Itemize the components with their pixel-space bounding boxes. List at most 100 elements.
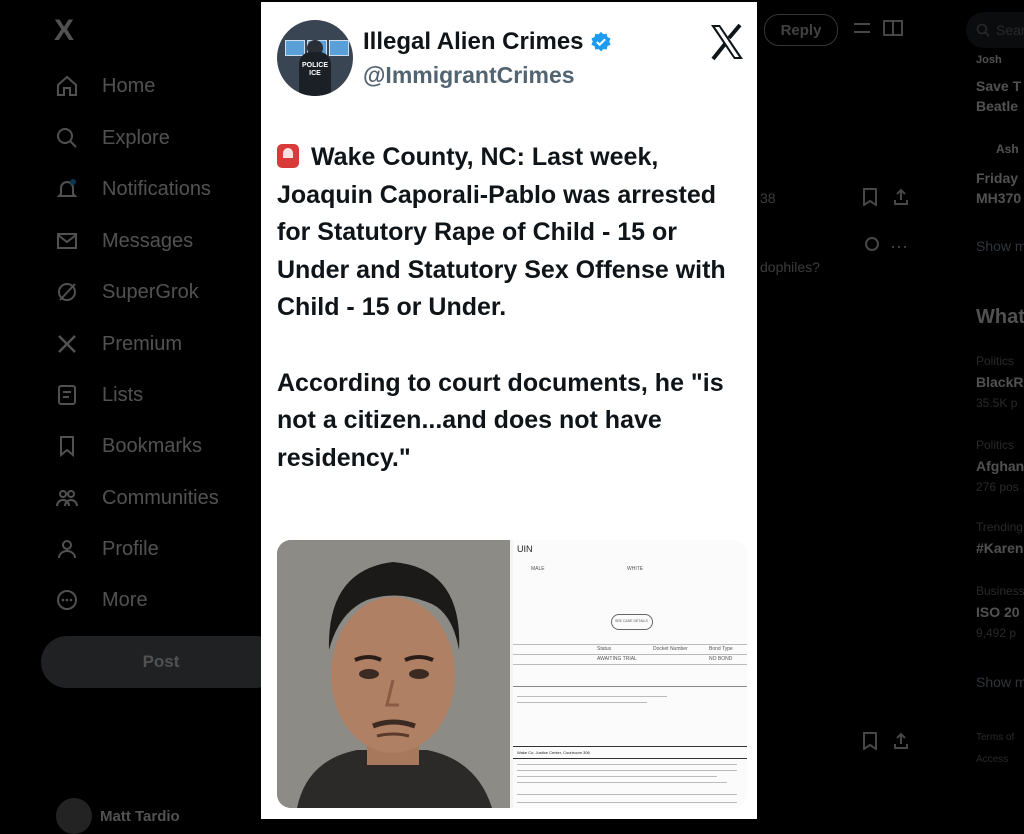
thread-controls: Reply 38 dophiles? ··· [760,0,960,819]
sidebar-item-label: Premium [102,332,183,355]
account-switcher[interactable]: Matt Tardio [56,798,180,834]
show-more-link[interactable]: Show m [976,674,1024,690]
tweet-paragraph: Wake County, NC: Last week, Joaquin Capo… [277,139,747,327]
sidebar-item-supergrok[interactable]: SuperGrok [54,272,199,312]
post-button[interactable]: Post [41,636,281,688]
doc-rule [517,702,647,703]
mugshot-photo [277,540,510,808]
sidebar-item-label: SuperGrok [102,280,199,303]
sidebar-item-premium[interactable]: Premium [54,324,182,364]
trend-count: 276 pos [976,480,1019,494]
doc-field: NO BOND [709,656,733,662]
search-icon [54,125,80,151]
doc-rule [517,770,737,771]
view-count: 38 [760,190,776,206]
doc-footer: Wake Co. Justice Center, Courtroom 306 [517,750,590,755]
search-input[interactable]: Sear [966,12,1024,48]
trend-category: Politics [976,354,1015,368]
trend-text[interactable]: #Karen [976,540,1023,556]
avatar-monitor [329,40,349,56]
doc-rule [517,782,727,783]
doc-rule [517,776,717,777]
trend-category: Politics [976,438,1015,452]
bookmark-icon [54,433,80,459]
bookmark-icon[interactable] [862,732,878,755]
sidebar-item-bookmarks[interactable]: Bookmarks [54,426,202,466]
footer-link[interactable]: Access [976,754,1008,765]
sidebar-item-lists[interactable]: Lists [54,375,143,415]
sidebar-item-label: Home [102,74,156,97]
bookmark-icon[interactable] [862,188,878,211]
home-icon [54,73,80,99]
sidebar-item-label: Messages [102,229,194,252]
sidebar-item-more[interactable]: More [54,580,148,620]
sidebar-item-label: Explore [102,126,170,149]
handle: @ImmigrantCrimes [363,62,575,88]
reply-text: dophiles? [760,259,820,275]
trend-text[interactable]: MH370 [976,190,1021,206]
footer-link[interactable]: Terms of [976,732,1014,743]
reply-button[interactable]: Reply [764,14,838,46]
x-logo-icon [54,331,80,357]
trend-text: Ash [996,142,1019,156]
doc-field: SEE CASE DETAILS [615,619,648,623]
display-name-text: Illegal Alien Crimes [363,28,584,55]
reader-view-icon[interactable] [882,18,904,43]
doc-field: AWAITING TRIAL [597,656,637,662]
doc-field: Status [597,646,612,652]
x-logo-icon [711,23,743,61]
trend-count: 35.5K p [976,396,1018,410]
doc-field: WHITE [627,566,644,572]
doc-header: UIN [517,544,533,554]
sidebar-item-home[interactable]: Home [54,66,155,106]
people-icon [54,485,80,511]
tweet-media: UIN MALE WHITE SEE CASE DETAILS Status D… [277,540,747,808]
share-icon[interactable] [892,732,910,755]
share-icon[interactable] [892,188,910,211]
avatar: POLICE ICE [277,20,353,96]
tweet-screenshot-modal: POLICE ICE Illegal Alien Crimes @Immigran… [261,2,757,819]
sidebar-item-label: More [102,588,148,611]
grok-icon [54,279,80,305]
trend-text[interactable]: Afghan [976,458,1024,474]
doc-rule [513,758,747,759]
tweet-text: Wake County, NC: Last week, Joaquin Capo… [277,139,747,477]
sidebar: X Home Explore Notifications Messages Su… [40,0,281,819]
account-name: Matt Tardio [100,807,180,825]
trend-text[interactable]: ISO 20 [976,604,1020,620]
siren-icon [277,144,299,168]
doc-field: Bond Type [709,646,733,652]
sidebar-item-messages[interactable]: Messages [54,221,193,261]
trend-text[interactable]: BlackR [976,374,1023,390]
more-icon[interactable]: ··· [890,236,908,257]
search-icon [976,23,990,37]
doc-rule [513,664,747,665]
trend-text[interactable]: Friday [976,170,1018,186]
envelope-icon [54,228,80,254]
settings-sliders-icon[interactable] [852,18,872,43]
trend-text[interactable]: Save T [976,78,1021,94]
see-case-details-button: SEE CASE DETAILS [611,614,653,630]
bell-icon [54,176,80,202]
list-icon [54,382,80,408]
trend-count: 9,492 p [976,626,1017,640]
grok-icon[interactable] [864,236,880,257]
doc-rule [513,644,747,645]
sidebar-item-explore[interactable]: Explore [54,118,170,158]
court-document: UIN MALE WHITE SEE CASE DETAILS Status D… [513,540,747,808]
search-placeholder: Sear [996,22,1024,38]
sidebar-item-label: Bookmarks [102,434,203,457]
sidebar-item-communities[interactable]: Communities [54,478,219,518]
sidebar-item-profile[interactable]: Profile [54,529,159,569]
person-icon [54,536,80,562]
sidebar-item-notifications[interactable]: Notifications [54,169,211,209]
x-logo-icon[interactable]: X [54,14,74,48]
show-more-link[interactable]: Show m [976,238,1024,254]
tweet-paragraph: According to court documents, he "is not… [277,368,724,472]
doc-rule [517,794,737,795]
badge-line: POLICE [301,62,329,69]
trend-text[interactable]: Beatle [976,98,1018,114]
sidebar-item-label: Profile [102,537,159,560]
verified-badge-icon [590,31,611,52]
sidebar-item-label: Communities [102,486,219,509]
